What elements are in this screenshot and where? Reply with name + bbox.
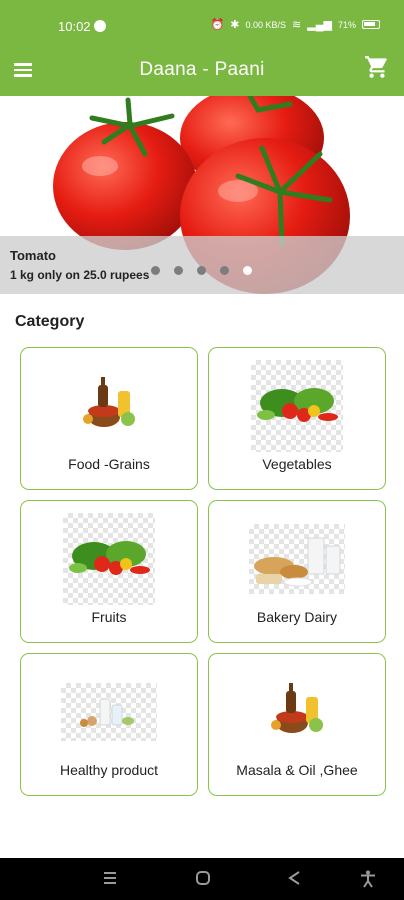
- category-card-vegetables[interactable]: Vegetables: [208, 347, 386, 490]
- status-bar: 10:02 ⏰ ✱ 0.00 KB/S ≋ ▂▄▆ 71%: [0, 0, 404, 46]
- carousel-dot[interactable]: [174, 266, 183, 275]
- category-card-food-grains[interactable]: Food -Grains: [20, 347, 198, 490]
- fruits-image: [69, 540, 150, 575]
- battery-percent: 71%: [337, 19, 356, 30]
- banner-subtitle: 1 kg only on 25.0 rupees: [10, 268, 150, 282]
- category-label: Healthy product: [59, 762, 159, 778]
- system-nav-bar: [0, 858, 404, 900]
- category-label: Masala & Oil ,Ghee: [236, 762, 358, 778]
- category-heading: Category: [15, 313, 85, 330]
- carousel-dot[interactable]: [197, 266, 206, 275]
- category-card-bakery-dairy[interactable]: Bakery Dairy: [208, 500, 386, 643]
- carousel-dot-active[interactable]: [243, 266, 252, 275]
- cart-button[interactable]: [364, 54, 390, 80]
- recent-apps-icon[interactable]: [103, 870, 117, 886]
- cart-icon: [365, 56, 387, 78]
- carousel-dot[interactable]: [151, 266, 160, 275]
- vegetables-image: [257, 387, 338, 422]
- carousel-indicator: [151, 266, 252, 275]
- home-icon[interactable]: [195, 870, 211, 886]
- masala-oil-ghee-image: [271, 682, 323, 733]
- battery-icon: [362, 20, 380, 29]
- category-card-masala-oil-ghee[interactable]: Masala & Oil ,Ghee: [208, 653, 386, 796]
- notification-icon: [94, 20, 106, 32]
- back-icon[interactable]: [287, 870, 301, 886]
- app-bar: Daana - Paani: [0, 46, 404, 96]
- signal-icon: ▂▄▆: [307, 19, 332, 31]
- category-label: Bakery Dairy: [256, 609, 338, 625]
- status-time: 10:02: [58, 19, 91, 34]
- category-label: Vegetables: [262, 456, 332, 472]
- data-speed: 0.00 KB/S: [245, 19, 287, 30]
- bluetooth-icon: ✱: [230, 19, 240, 31]
- status-icons: ⏰ ✱ 0.00 KB/S ≋ ▂▄▆ 71%: [211, 18, 380, 31]
- banner-caption: Tomato 1 kg only on 25.0 rupees: [0, 236, 404, 294]
- bakery-dairy-image: [254, 537, 341, 586]
- category-label: Food -Grains: [68, 456, 150, 472]
- accessibility-icon[interactable]: [360, 870, 376, 888]
- healthy-product-image: [80, 698, 134, 727]
- category-card-fruits[interactable]: Fruits: [20, 500, 198, 643]
- banner-title: Tomato: [10, 248, 56, 263]
- category-card-healthy-product[interactable]: Healthy product: [20, 653, 198, 796]
- alarm-icon: ⏰: [210, 19, 225, 31]
- app-title: Daana - Paani: [139, 59, 265, 80]
- food-grains-image: [83, 376, 135, 427]
- wifi-icon: ≋: [292, 19, 302, 31]
- category-label: Fruits: [91, 609, 127, 625]
- banner-carousel[interactable]: Tomato 1 kg only on 25.0 rupees: [0, 96, 404, 294]
- carousel-dot[interactable]: [220, 266, 229, 275]
